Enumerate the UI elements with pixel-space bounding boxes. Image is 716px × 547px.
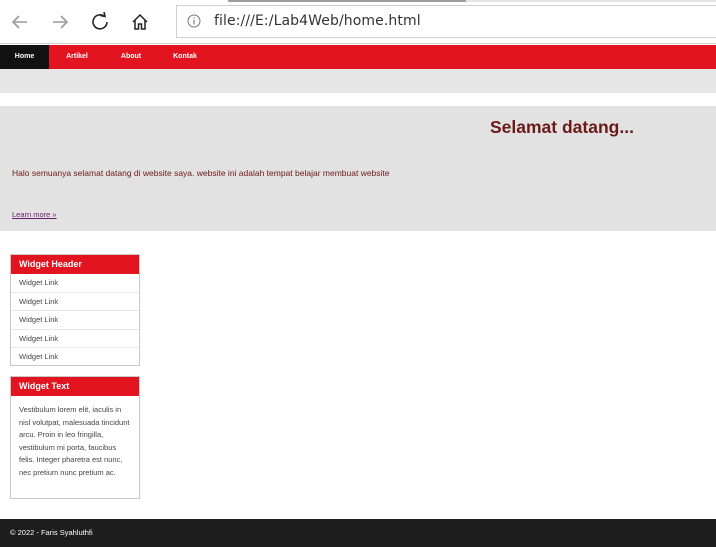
widget-header-box: Widget Header Widget Link Widget Link Wi… <box>10 254 140 366</box>
forward-button[interactable] <box>46 8 74 36</box>
nav-artikel[interactable]: Artikel <box>55 45 99 69</box>
nav-about[interactable]: About <box>110 45 152 69</box>
forward-arrow-icon <box>53 15 69 29</box>
back-arrow-icon <box>11 15 27 29</box>
tab-strip-indicator <box>228 0 466 2</box>
widget-link[interactable]: Widget Link <box>11 348 139 367</box>
header-strip <box>0 69 716 93</box>
back-button[interactable] <box>6 8 34 36</box>
widget-link[interactable]: Widget Link <box>11 293 139 311</box>
widget-text-box: Widget Text Vestibulum lorem elit, iacul… <box>10 376 140 499</box>
widget-link[interactable]: Widget Link <box>11 311 139 330</box>
info-icon[interactable] <box>187 14 201 28</box>
tab-strip-line <box>466 0 716 2</box>
hero-title: Selamat datang... <box>490 117 634 137</box>
hero-section: Selamat datang... Halo semuanya selamat … <box>0 106 716 231</box>
url-text[interactable]: file:///E:/Lab4Web/home.html <box>214 13 421 29</box>
widget-link[interactable]: Widget Link <box>11 330 139 348</box>
site-footer: © 2022 - Faris Syahluthfi <box>0 519 716 547</box>
widget-header-title: Widget Header <box>11 255 139 274</box>
widget-text-body: Vestibulum lorem elit, iaculis in nisl v… <box>19 405 130 477</box>
nav-home[interactable]: Home <box>0 45 49 69</box>
browser-toolbar: file:///E:/Lab4Web/home.html <box>0 0 716 44</box>
address-bar[interactable]: file:///E:/Lab4Web/home.html <box>176 5 716 38</box>
widget-link-list: Widget Link Widget Link Widget Link Widg… <box>11 274 139 367</box>
hero-text: Halo semuanya selamat datang di website … <box>12 168 390 178</box>
refresh-button[interactable] <box>86 8 114 36</box>
widget-text-title: Widget Text <box>11 377 139 396</box>
learn-more-link[interactable]: Learn more » <box>12 210 57 219</box>
footer-text: © 2022 - Faris Syahluthfi <box>10 528 93 537</box>
widget-link[interactable]: Widget Link <box>11 274 139 293</box>
nav-kontak[interactable]: Kontak <box>163 45 207 69</box>
refresh-icon <box>92 12 108 30</box>
site-navbar: Home Artikel About Kontak <box>0 45 716 69</box>
home-button[interactable] <box>126 8 154 36</box>
home-icon <box>132 13 148 30</box>
